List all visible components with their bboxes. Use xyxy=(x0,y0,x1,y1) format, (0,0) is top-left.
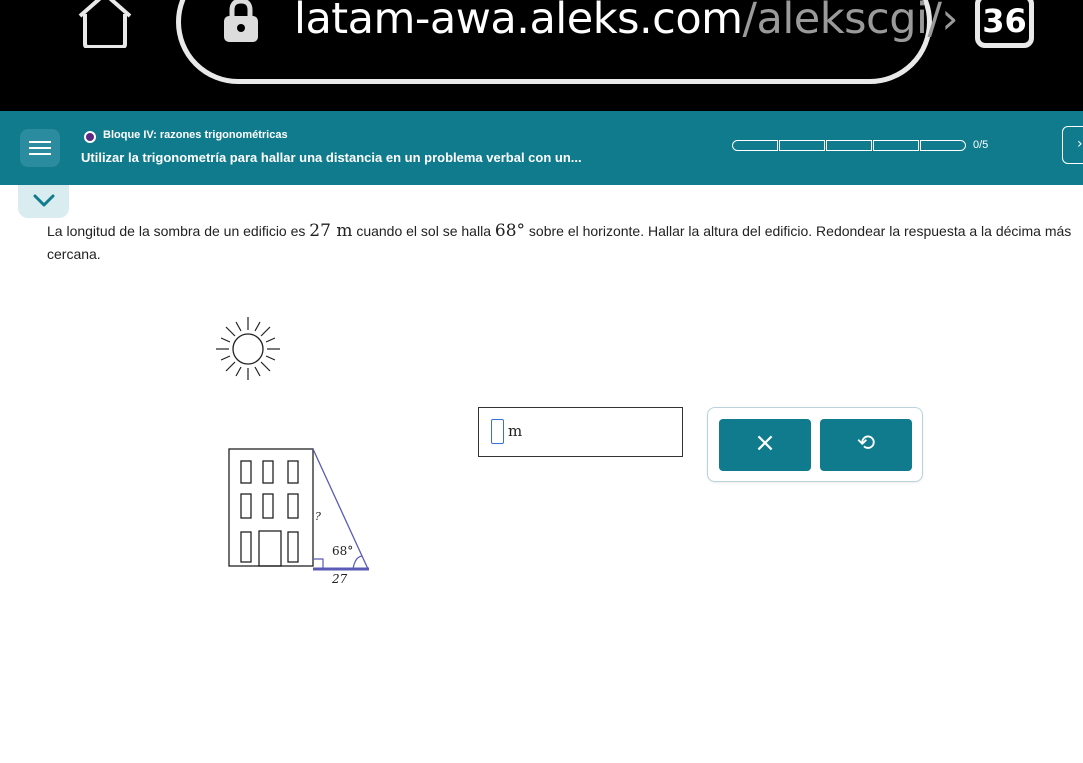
answer-area: m xyxy=(478,407,683,457)
question-part-4: cercana. xyxy=(47,246,101,262)
close-icon: × xyxy=(754,428,776,458)
triangle-figure: ? 68° 27 xyxy=(228,448,369,586)
topic-status-icon xyxy=(84,131,96,143)
building-icon xyxy=(228,448,314,567)
undo-icon: ⟲ xyxy=(856,431,876,456)
progress-bar xyxy=(732,140,967,152)
sun-angle: 68° xyxy=(494,221,526,241)
lock-icon xyxy=(224,0,258,42)
clear-button[interactable]: × xyxy=(719,419,811,471)
question-part-3: sobre el horizonte. Hallar la altura del… xyxy=(525,223,1072,239)
hamburger-icon-line xyxy=(29,141,51,143)
undo-button[interactable]: ⟲ xyxy=(820,419,912,471)
question-part-2: cuando el sol se halla xyxy=(352,223,495,239)
question-text: La longitud de la sombra de un edificio … xyxy=(47,220,1083,266)
chevron-down-icon xyxy=(33,194,55,207)
hamburger-icon-line xyxy=(29,153,51,155)
progress-segment xyxy=(826,140,872,151)
lesson-header: Bloque IV: razones trigonométricas Utili… xyxy=(0,111,1083,185)
progress-count: 0/5 xyxy=(973,139,989,151)
hamburger-icon-line xyxy=(29,147,51,149)
explain-button[interactable]: › xyxy=(1062,126,1083,164)
progress-segment xyxy=(873,140,919,151)
url-path: /alekscgi/› xyxy=(742,0,959,44)
answer-unit: m xyxy=(508,422,523,440)
angle-label: 68° xyxy=(332,544,353,558)
question-part-1: La longitud de la sombra de un edificio … xyxy=(47,223,310,239)
progress-segment xyxy=(920,140,966,151)
base-label: 27 xyxy=(331,572,348,586)
home-icon[interactable] xyxy=(76,0,134,48)
unknown-height-label: ? xyxy=(315,510,321,523)
collapse-toggle[interactable] xyxy=(18,185,69,218)
tab-switcher-button[interactable]: 36 xyxy=(975,0,1034,48)
shadow-length: 27 m xyxy=(309,221,353,241)
answer-tools-panel: × ⟲ xyxy=(707,407,923,482)
progress-segment xyxy=(779,140,825,151)
menu-button[interactable] xyxy=(20,129,60,167)
lesson-title: Utilizar la trigonometría para hallar un… xyxy=(81,150,582,165)
url-host: latam-awa.aleks.com xyxy=(294,0,743,44)
answer-input[interactable] xyxy=(491,419,504,444)
topic-title: Bloque IV: razones trigonométricas xyxy=(103,129,288,141)
progress-segment xyxy=(732,140,778,151)
url-text[interactable]: latam-awa.aleks.com/alekscgi/› xyxy=(294,0,959,44)
angle-arc xyxy=(352,555,363,570)
chevron-right-icon: › xyxy=(1077,136,1083,152)
browser-toolbar: latam-awa.aleks.com/alekscgi/› 36 xyxy=(0,0,1083,111)
sun-icon xyxy=(216,317,280,380)
